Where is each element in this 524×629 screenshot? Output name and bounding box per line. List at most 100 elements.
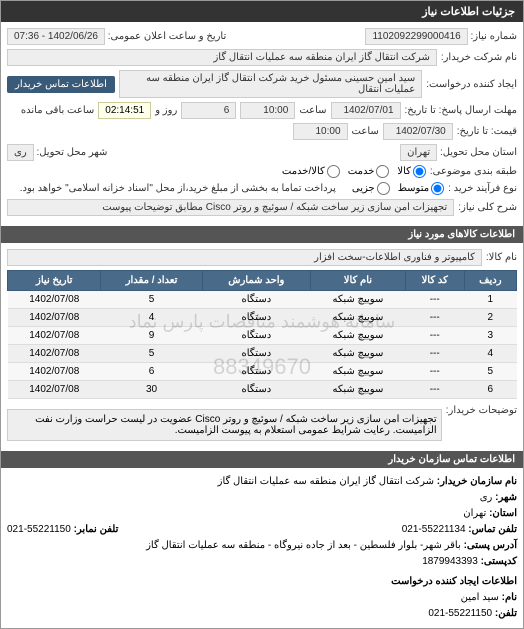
cell-idx: 6 xyxy=(464,381,516,399)
cell-idx: 2 xyxy=(464,309,516,327)
table-row: 3---سوییچ شبکهدستگاه91402/07/08 xyxy=(8,327,517,345)
days-remaining: 6 xyxy=(181,102,236,119)
org-value: شرکت انتقال گاز ایران منطقه سه عملیات ان… xyxy=(218,476,434,487)
city-label: شهر محل تحویل: xyxy=(36,147,107,158)
cell-name: سوییچ شبکه xyxy=(311,327,406,345)
requester-value: سید امین حسینی مسئول خرید شرکت انتقال گا… xyxy=(119,70,422,98)
cell-code: --- xyxy=(405,309,464,327)
cell-idx: 1 xyxy=(464,291,516,309)
category-radio-group: کالا خدمت کالا/خدمت xyxy=(282,165,426,178)
cell-date: 1402/07/08 xyxy=(8,345,101,363)
contact-info-button[interactable]: اطلاعات تماس خریدار xyxy=(7,76,115,93)
cell-date: 1402/07/08 xyxy=(8,363,101,381)
cell-date: 1402/07/08 xyxy=(8,381,101,399)
creator-header: اطلاعات ایجاد کننده درخواست xyxy=(7,574,517,590)
table-row: 6---سوییچ شبکهدستگاه301402/07/08 xyxy=(8,381,517,399)
desc-value: تجهیزات امن سازی زیر ساخت شبکه / سوئیچ و… xyxy=(7,199,454,216)
deadline-date: 1402/07/01 xyxy=(331,102,401,119)
cell-code: --- xyxy=(405,327,464,345)
cell-unit: دستگاه xyxy=(202,381,310,399)
buyer-name-value: شرکت انتقال گاز ایران منطقه سه عملیات ان… xyxy=(7,49,437,66)
contact-section-header: اطلاعات تماس سازمان خریدار xyxy=(1,451,523,468)
fax-value: 55221150-021 xyxy=(7,524,71,535)
c-city-value: ری xyxy=(480,492,493,503)
announce-label: تاریخ و ساعت اعلان عمومی: xyxy=(108,31,227,42)
creator-name-value: سید امین xyxy=(461,592,499,603)
price-valid-date: 1402/07/30 xyxy=(383,123,453,140)
table-row: 4---سوییچ شبکهدستگاه51402/07/08 xyxy=(8,345,517,363)
cell-unit: دستگاه xyxy=(202,327,310,345)
desc-label: شرح کلی نیاز: xyxy=(458,202,517,213)
cell-qty: 5 xyxy=(101,345,202,363)
cell-name: سوییچ شبکه xyxy=(311,345,406,363)
radio-small[interactable]: جزیی xyxy=(352,182,390,195)
buyer-notes-label: توضیحات خریدار: xyxy=(446,405,517,416)
cell-code: --- xyxy=(405,345,464,363)
cell-name: سوییچ شبکه xyxy=(311,381,406,399)
need-no-value: 1102092299000416 xyxy=(365,28,467,45)
deadline-label: مهلت ارسال پاسخ: تا تاریخ: xyxy=(405,105,517,116)
countdown-timer: 02:14:51 xyxy=(98,102,151,119)
cell-date: 1402/07/08 xyxy=(8,309,101,327)
time-label-2: ساعت xyxy=(352,126,379,137)
col-name: نام کالا xyxy=(311,271,406,291)
col-date: تاریخ نیاز xyxy=(8,271,101,291)
org-label: نام سازمان خریدار: xyxy=(437,476,517,487)
cell-code: --- xyxy=(405,381,464,399)
need-no-label: شماره نیاز: xyxy=(470,31,517,42)
page-title: جزئیات اطلاعات نیاز xyxy=(1,1,523,22)
col-code: کد کالا xyxy=(405,271,464,291)
postcode-value: 1879943393 xyxy=(422,556,478,567)
buyer-name-label: نام شرکت خریدار: xyxy=(441,52,517,63)
cell-idx: 5 xyxy=(464,363,516,381)
cell-qty: 30 xyxy=(101,381,202,399)
c-province-value: تهران xyxy=(463,508,486,519)
cell-qty: 4 xyxy=(101,309,202,327)
address-label: آدرس پستی: xyxy=(464,540,517,551)
cell-qty: 6 xyxy=(101,363,202,381)
buyer-notes-value: تجهیزات امن سازی زیر ساخت شبکه / سوئیچ و… xyxy=(7,409,442,441)
col-qty: تعداد / مقدار xyxy=(101,271,202,291)
cell-name: سوییچ شبکه xyxy=(311,309,406,327)
cell-unit: دستگاه xyxy=(202,345,310,363)
category-label: طبقه بندی موضوعی: xyxy=(430,166,517,177)
table-row: 1---سوییچ شبکهدستگاه51402/07/08 xyxy=(8,291,517,309)
city-value: ری xyxy=(7,144,34,161)
goods-name-label: نام کالا: xyxy=(486,252,517,263)
phone-value: 55221134-021 xyxy=(402,524,466,535)
cell-idx: 4 xyxy=(464,345,516,363)
table-row: 5---سوییچ شبکهدستگاه61402/07/08 xyxy=(8,363,517,381)
price-valid-label: قیمت: تا تاریخ: xyxy=(457,126,517,137)
cell-code: --- xyxy=(405,363,464,381)
creator-name-label: نام: xyxy=(502,592,517,603)
purchase-type-label: نوع فرآیند خرید : xyxy=(448,183,517,194)
province-value: تهران xyxy=(400,144,437,161)
cell-name: سوییچ شبکه xyxy=(311,291,406,309)
time-label-1: ساعت xyxy=(299,105,326,116)
radio-medium[interactable]: متوسط xyxy=(398,182,444,195)
cell-idx: 3 xyxy=(464,327,516,345)
requester-label: ایجاد کننده درخواست: xyxy=(426,79,517,90)
phone-label: تلفن تماس: xyxy=(468,524,517,535)
c-city-label: شهر: xyxy=(495,492,517,503)
goods-table: ردیف کد کالا نام کالا واحد شمارش تعداد /… xyxy=(7,270,517,399)
cell-unit: دستگاه xyxy=(202,363,310,381)
creator-phone-label: تلفن: xyxy=(495,608,517,619)
cell-unit: دستگاه xyxy=(202,291,310,309)
cell-name: سوییچ شبکه xyxy=(311,363,406,381)
days-suffix: روز و xyxy=(155,105,177,116)
cell-unit: دستگاه xyxy=(202,309,310,327)
payment-note: پرداخت تماما به بخشی از مبلغ خرید،از محل… xyxy=(20,183,336,194)
creator-phone-value: 55221150-021 xyxy=(428,608,492,619)
goods-section-header: اطلاعات کالاهای مورد نیاز xyxy=(1,226,523,243)
announce-value: 1402/06/26 - 07:36 xyxy=(7,28,105,45)
cell-code: --- xyxy=(405,291,464,309)
radio-service[interactable]: خدمت xyxy=(348,165,390,178)
province-label: استان محل تحویل: xyxy=(440,147,517,158)
radio-goods[interactable]: کالا xyxy=(397,165,426,178)
radio-both[interactable]: کالا/خدمت xyxy=(282,165,340,178)
table-row: 2---سوییچ شبکهدستگاه41402/07/08 xyxy=(8,309,517,327)
col-idx: ردیف xyxy=(464,271,516,291)
cell-date: 1402/07/08 xyxy=(8,327,101,345)
postcode-label: کدپستی: xyxy=(481,556,517,567)
